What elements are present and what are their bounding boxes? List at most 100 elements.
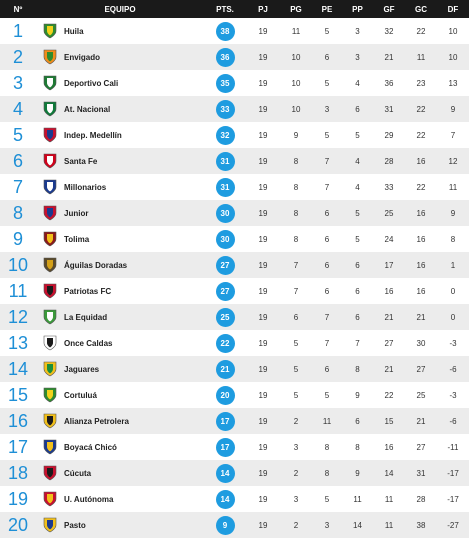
points-badge: 32 [215,125,235,145]
team-name[interactable]: Envigado [64,53,100,62]
table-row[interactable]: 20 Pasto 9 19 2 3 14 11 38 -27 [0,512,469,538]
autonoma-crest-icon [42,491,58,507]
table-row[interactable]: 12 La Equidad 25 19 6 7 6 21 21 0 [0,304,469,330]
points-badge: 27 [215,281,235,301]
team-name[interactable]: Patriotas FC [64,287,111,296]
team-name[interactable]: Once Caldas [64,339,112,348]
team-name[interactable]: Alianza Petrolera [64,417,129,426]
table-row[interactable]: 10 Águilas Doradas 27 19 7 6 6 17 16 1 [0,252,469,278]
team-name[interactable]: Águilas Doradas [64,261,127,270]
team-name[interactable]: Jaguares [64,365,99,374]
envigado-crest-icon [42,49,58,65]
table-row[interactable]: 11 Patriotas FC 27 19 7 6 6 16 16 0 [0,278,469,304]
goal-diff-value: 10 [448,52,458,62]
standings-table: Nº EQUIPO PTS. PJ PG PE PP GF GC DF 1 Hu… [0,0,469,538]
goal-diff-value: -3 [449,390,457,400]
lost-value: 6 [355,286,360,296]
lost-value: 5 [355,208,360,218]
position-number: 18 [7,462,29,483]
goals-for-value: 24 [384,234,394,244]
table-row[interactable]: 19 U. Autónoma 14 19 3 5 11 11 28 -17 [0,486,469,512]
position-number: 14 [7,358,29,379]
table-row[interactable]: 7 Millonarios 31 19 8 7 4 33 22 11 [0,174,469,200]
table-row[interactable]: 13 Once Caldas 22 19 5 7 7 27 30 -3 [0,330,469,356]
lost-value: 4 [355,182,360,192]
team-name[interactable]: La Equidad [64,313,107,322]
team-name[interactable]: At. Nacional [64,105,110,114]
points-badge: 31 [215,151,235,171]
position-number: 16 [7,410,29,431]
goal-diff-value: 9 [450,104,456,114]
goals-for-value: 28 [384,156,394,166]
drawn-value: 5 [324,26,330,36]
table-row[interactable]: 5 Indep. Medellín 32 19 9 5 5 29 22 7 [0,122,469,148]
won-value: 8 [293,234,299,244]
drawn-value: 8 [324,442,330,452]
team-name[interactable]: Santa Fe [64,157,97,166]
jaguares-crest-icon [42,361,58,377]
cucuta-crest-icon [43,465,57,481]
points-badge: 30 [215,229,235,249]
goals-for-value: 21 [384,52,394,62]
position-number: 8 [12,202,23,223]
position-number: 13 [7,332,29,353]
team-name[interactable]: Pasto [64,521,86,530]
table-row[interactable]: 4 At. Nacional 33 19 10 3 6 31 22 9 [0,96,469,122]
won-value: 8 [293,182,299,192]
equidad-crest-icon [43,309,57,325]
table-row[interactable]: 17 Boyacá Chicó 17 19 3 8 8 16 27 -11 [0,434,469,460]
table-row[interactable]: 15 Cortuluá 20 19 5 5 9 22 25 -3 [0,382,469,408]
goals-for-value: 14 [384,468,394,478]
goal-diff-value: 13 [448,78,458,88]
team-name[interactable]: Cúcuta [64,469,91,478]
team-name[interactable]: Tolima [64,235,89,244]
points-badge: 33 [215,99,235,119]
goals-for-value: 16 [384,286,394,296]
table-row[interactable]: 9 Tolima 30 19 8 6 5 24 16 8 [0,226,469,252]
junior-crest-icon [43,205,57,221]
table-row[interactable]: 8 Junior 30 19 8 6 5 25 16 9 [0,200,469,226]
table-row[interactable]: 6 Santa Fe 31 19 8 7 4 28 16 12 [0,148,469,174]
played-value: 19 [258,312,268,322]
goals-against-value: 22 [416,104,426,114]
points-badge: 17 [215,411,235,431]
table-row[interactable]: 16 Alianza Petrolera 17 19 2 11 6 15 21 … [0,408,469,434]
goal-diff-value: 1 [450,260,456,270]
aguilas-crest-icon [43,257,57,273]
goals-against-value: 23 [416,78,426,88]
played-value: 19 [258,156,268,166]
won-value: 9 [293,130,299,140]
team-name[interactable]: Millonarios [64,183,106,192]
goals-against-value: 28 [416,494,426,504]
table-row[interactable]: 1 Huila 38 19 11 5 3 32 22 10 [0,18,469,44]
drawn-value: 7 [324,338,330,348]
team-name[interactable]: Junior [64,209,88,218]
won-value: 5 [293,390,299,400]
lost-value: 9 [355,390,360,400]
position-number: 20 [7,514,29,535]
goal-diff-value: 0 [450,286,456,296]
goals-against-value: 16 [416,260,426,270]
won-value: 11 [291,26,301,36]
goals-against-value: 30 [416,338,426,348]
team-name[interactable]: Huila [64,27,84,36]
table-row[interactable]: 14 Jaguares 21 19 5 6 8 21 27 -6 [0,356,469,382]
header-gc: GC [415,4,427,14]
won-value: 8 [293,208,299,218]
team-name[interactable]: Boyacá Chicó [64,443,117,452]
goals-against-value: 25 [416,390,426,400]
team-name[interactable]: Indep. Medellín [64,131,122,140]
table-row[interactable]: 2 Envigado 36 19 10 6 3 21 11 10 [0,44,469,70]
huila-crest-icon [42,23,58,39]
table-row[interactable]: 3 Deportivo Cali 35 19 10 5 4 36 23 13 [0,70,469,96]
team-name[interactable]: Deportivo Cali [64,79,118,88]
header-pp: PP [352,4,363,14]
lost-value: 6 [355,260,360,270]
goals-for-value: 16 [384,442,394,452]
lost-value: 8 [355,442,360,452]
millonarios-crest-icon [42,179,58,195]
goal-diff-value: 12 [448,156,458,166]
table-row[interactable]: 18 Cúcuta 14 19 2 8 9 14 31 -17 [0,460,469,486]
team-name[interactable]: U. Autónoma [64,495,113,504]
team-name[interactable]: Cortuluá [64,391,97,400]
